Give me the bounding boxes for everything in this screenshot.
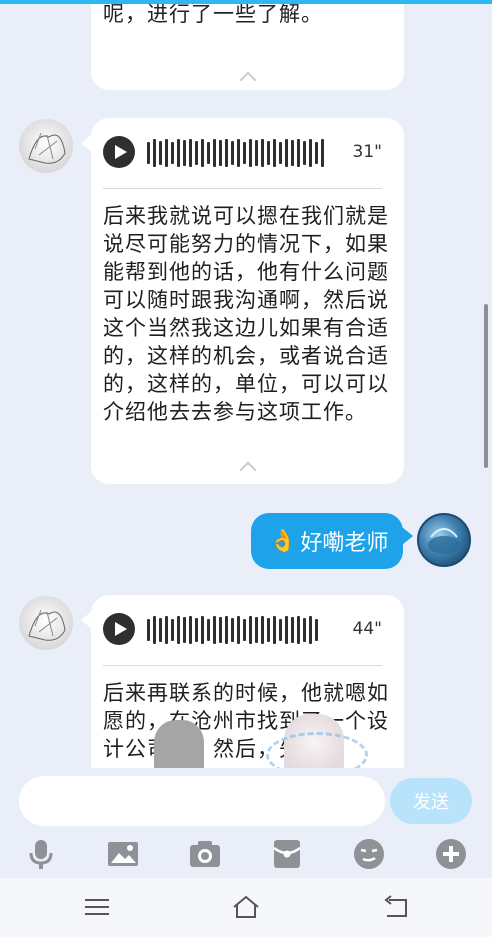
avatar-teacher[interactable]: [19, 596, 73, 650]
send-button[interactable]: 发送: [390, 778, 472, 824]
message-text: 毕业设计的一一些这个作品呢，进行了一些了解。: [103, 4, 323, 26]
voice-transcript: 后来我就说可以摁在我们就是说尽可能努力的情况下，如果能帮到他的话，他有什么问题可…: [103, 204, 389, 424]
voice-duration: 31": [352, 142, 382, 162]
message-input[interactable]: [19, 776, 385, 826]
waveform: [147, 615, 318, 645]
plus-icon[interactable]: [434, 838, 468, 870]
camera-icon[interactable]: [188, 838, 222, 870]
chat-area[interactable]: 毕业设计的一一些这个作品呢，进行了一些了解。 31" 后来我就说可以摁在我们就是…: [0, 4, 492, 772]
message-bubble-partial[interactable]: 毕业设计的一一些这个作品呢，进行了一些了解。: [91, 4, 404, 90]
avatar-teacher[interactable]: [19, 119, 73, 173]
play-button[interactable]: [103, 613, 135, 645]
collapse-chevron-icon[interactable]: [239, 71, 256, 89]
play-button[interactable]: [103, 136, 135, 168]
emoji-icon[interactable]: [352, 838, 386, 870]
composer: 发送: [0, 768, 492, 834]
menu-icon[interactable]: [82, 894, 112, 920]
red-packet-icon[interactable]: [270, 838, 304, 870]
microphone-icon[interactable]: [24, 838, 58, 870]
collapse-chevron-icon[interactable]: [239, 461, 256, 479]
avatar-self[interactable]: [417, 513, 471, 567]
divider: [103, 188, 382, 189]
divider: [103, 665, 382, 666]
outgoing-message-bubble[interactable]: 👌 好嘞老师: [251, 513, 413, 569]
image-icon[interactable]: [106, 838, 140, 870]
voice-message-bubble[interactable]: 44" 后来再联系的时候，他就嗯如愿的，在沧州市找到了一个设计公司啊，然后，先: [81, 595, 404, 772]
home-icon[interactable]: [231, 894, 261, 920]
voice-transcript: 后来再联系的时候，他就嗯如愿的，在沧州市找到了一个设计公司啊，然后，先: [103, 681, 389, 761]
system-navigation-bar: [0, 878, 492, 937]
voice-duration: 44": [352, 619, 382, 639]
back-icon[interactable]: [381, 894, 411, 920]
voice-message-bubble[interactable]: 31" 后来我就说可以摁在我们就是说尽可能努力的情况下，如果能帮到他的话，他有什…: [81, 118, 404, 484]
scrollbar[interactable]: [484, 304, 488, 468]
ok-hand-emoji: 👌: [269, 528, 297, 554]
waveform: [147, 138, 324, 168]
message-text: 好嘞老师: [300, 531, 389, 556]
composer-toolbar: [0, 834, 492, 876]
